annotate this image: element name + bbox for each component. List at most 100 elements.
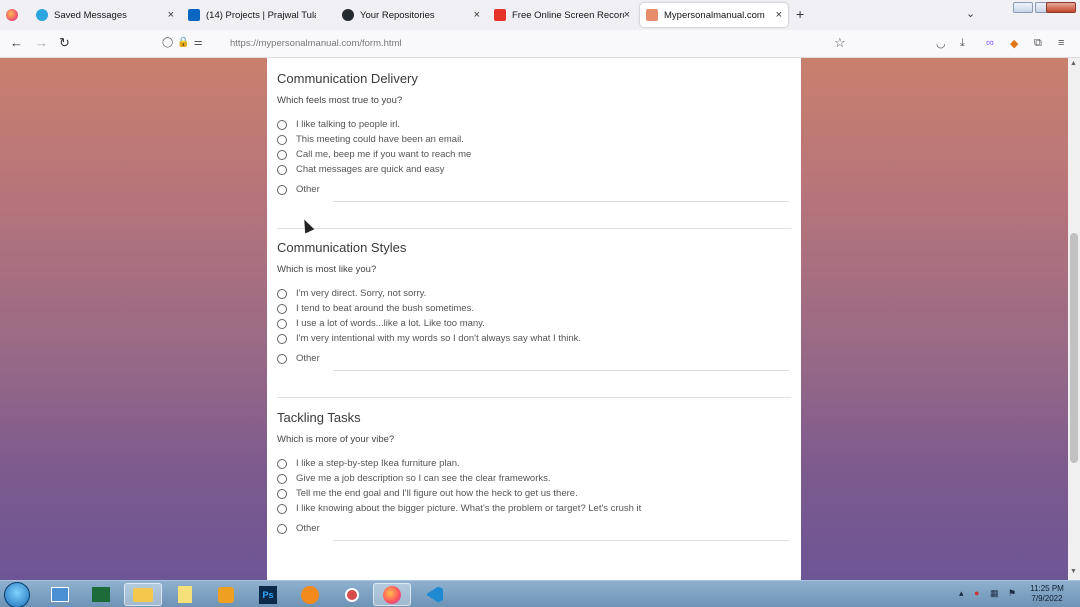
option-other[interactable]: Other <box>277 522 320 535</box>
radio-button[interactable] <box>277 119 287 130</box>
system-clock[interactable]: 11:25 PM 7/9/2022 <box>1026 584 1068 604</box>
downloads-icon[interactable]: ⤓ <box>960 37 965 50</box>
option-item[interactable]: Give me a job description so I can see t… <box>277 472 551 485</box>
extension-icon[interactable]: ∞ <box>986 37 994 49</box>
radio-button[interactable] <box>277 288 287 299</box>
option-item[interactable]: I'm very direct. Sorry, not sorry. <box>277 287 426 300</box>
section-communication-delivery: Communication Delivery Which feels most … <box>277 71 791 202</box>
bookmark-star-icon[interactable]: ☆ <box>834 35 846 51</box>
option-label: I use a lot of words...like a lot. Like … <box>296 318 485 329</box>
new-tab-button[interactable]: + <box>796 6 804 22</box>
site-permission-icons[interactable]: ◯🔒⚌ <box>162 37 207 48</box>
file-explorer-icon[interactable] <box>124 583 162 606</box>
option-label: Tell me the end goal and I'll figure out… <box>296 488 578 499</box>
vscode-icon[interactable] <box>416 583 454 606</box>
firefox-view-icon[interactable] <box>6 9 18 21</box>
option-label: I like talking to people irl. <box>296 119 401 130</box>
option-label: Other <box>296 353 320 364</box>
option-label: I like a step-by-step Ikea furniture pla… <box>296 458 460 469</box>
section-divider <box>277 397 791 398</box>
tab-saved-messages[interactable]: Saved Messages × <box>30 3 180 27</box>
section-title: Communication Delivery <box>277 71 418 86</box>
option-item[interactable]: I like talking to people irl. <box>277 118 400 131</box>
show-hidden-icons[interactable]: ▴ <box>959 588 964 599</box>
radio-button[interactable] <box>277 458 287 469</box>
section-title: Communication Styles <box>277 240 407 255</box>
radio-button[interactable] <box>277 149 287 160</box>
option-item[interactable]: I like knowing about the bigger picture.… <box>277 502 641 515</box>
firefox-icon[interactable] <box>373 583 411 606</box>
radio-button[interactable] <box>277 523 287 534</box>
option-label: Give me a job description so I can see t… <box>296 473 551 484</box>
reload-icon[interactable]: ↻ <box>59 36 70 50</box>
start-button[interactable] <box>4 582 30 607</box>
radio-button[interactable] <box>277 184 287 195</box>
pocket-icon[interactable]: ◡ <box>936 37 946 50</box>
url-bar[interactable]: https://mypersonalmanual.com/form.html <box>230 38 402 49</box>
option-item[interactable]: I like a step-by-step Ikea furniture pla… <box>277 457 460 470</box>
option-item[interactable]: Tell me the end goal and I'll figure out… <box>277 487 578 500</box>
tab-mypersonalmanual[interactable]: Mypersonalmanual.com × <box>640 3 788 27</box>
network-icon[interactable]: ▦ <box>990 588 999 599</box>
section-divider <box>277 228 791 229</box>
other-text-input[interactable] <box>333 370 789 371</box>
close-tab-icon[interactable]: × <box>474 9 480 21</box>
excel-icon[interactable] <box>82 583 120 606</box>
radio-button[interactable] <box>277 318 287 329</box>
close-tab-icon[interactable]: × <box>624 9 630 21</box>
other-text-input[interactable] <box>333 540 789 541</box>
scroll-down-icon[interactable]: ▼ <box>1070 568 1077 575</box>
option-item[interactable]: I'm very intentional with my words so I … <box>277 332 581 345</box>
close-window-button[interactable] <box>1046 2 1076 13</box>
tab-your-repositories[interactable]: Your Repositories × <box>336 3 486 27</box>
extensions-icon[interactable]: ⧉ <box>1034 37 1042 50</box>
radio-button[interactable] <box>277 333 287 344</box>
option-item[interactable]: This meeting could have been an email. <box>277 133 464 146</box>
option-item[interactable]: Chat messages are quick and easy <box>277 163 444 176</box>
notes-icon[interactable] <box>166 583 204 606</box>
option-other[interactable]: Other <box>277 352 320 365</box>
control-panel-icon[interactable] <box>41 583 79 606</box>
tab-label: Free Online Screen Recorder & <box>512 9 624 21</box>
radio-button[interactable] <box>277 134 287 145</box>
mypersonalmanual-icon <box>646 9 658 21</box>
radio-button[interactable] <box>277 473 287 484</box>
minimize-button[interactable] <box>1013 2 1033 13</box>
option-other[interactable]: Other <box>277 183 320 196</box>
security-alert-icon[interactable]: ● <box>974 588 979 598</box>
other-text-input[interactable] <box>333 201 789 202</box>
photoshop-icon[interactable]: Ps <box>249 583 287 606</box>
tab-label: (14) Projects | Prajwal Tulawe | L <box>206 9 316 21</box>
forward-icon[interactable]: → <box>35 36 48 50</box>
option-label: Other <box>296 184 320 195</box>
scrollbar-thumb[interactable] <box>1070 233 1078 463</box>
option-label: This meeting could have been an email. <box>296 134 464 145</box>
page-scrollbar[interactable]: ▲ ▼ <box>1068 58 1080 580</box>
snipping-tool-icon[interactable] <box>333 583 371 606</box>
screen-recorder-icon <box>494 9 506 21</box>
media-player-icon[interactable] <box>207 583 245 606</box>
radio-button[interactable] <box>277 503 287 514</box>
tab-linkedin-projects[interactable]: (14) Projects | Prajwal Tulawe | L <box>182 3 334 27</box>
tab-screen-recorder[interactable]: Free Online Screen Recorder & × <box>488 3 636 27</box>
menu-icon[interactable]: ≡ <box>1058 37 1064 49</box>
close-tab-icon[interactable]: × <box>168 9 174 21</box>
scroll-up-icon[interactable]: ▲ <box>1070 60 1077 67</box>
metamask-icon[interactable]: ◆ <box>1010 37 1018 50</box>
clock-time: 11:25 PM <box>1030 584 1064 593</box>
option-item[interactable]: I use a lot of words...like a lot. Like … <box>277 317 485 330</box>
page-background: Communication Delivery Which feels most … <box>0 58 1068 580</box>
tab-label: Your Repositories <box>360 9 435 21</box>
action-center-flag-icon[interactable]: ⚑ <box>1008 588 1016 599</box>
back-icon[interactable]: ← <box>10 36 23 50</box>
option-label: I like knowing about the bigger picture.… <box>296 503 642 514</box>
radio-button[interactable] <box>277 164 287 175</box>
close-tab-icon[interactable]: × <box>776 9 782 21</box>
fl-studio-icon[interactable] <box>291 583 329 606</box>
list-all-tabs-icon[interactable]: ⌄ <box>966 7 975 20</box>
option-item[interactable]: Call me, beep me if you want to reach me <box>277 148 471 161</box>
radio-button[interactable] <box>277 353 287 364</box>
radio-button[interactable] <box>277 303 287 314</box>
radio-button[interactable] <box>277 488 287 499</box>
option-item[interactable]: I tend to beat around the bush sometimes… <box>277 302 474 315</box>
